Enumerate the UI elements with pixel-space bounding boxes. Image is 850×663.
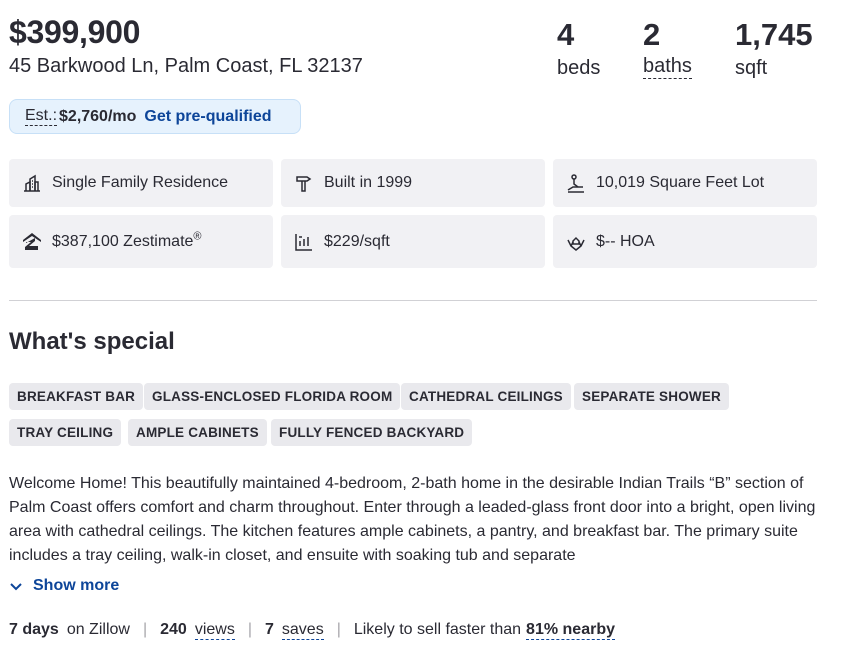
fact-price-per-sqft-text: $229/sqft: [324, 232, 390, 250]
feature-tag: GLASS-ENCLOSED FLORIDA ROOM: [144, 383, 401, 410]
beds-label: beds: [557, 57, 601, 79]
hands-house-icon: [566, 232, 586, 252]
baths-count: 2: [643, 17, 661, 52]
fact-home-type: Single Family Residence: [9, 159, 273, 207]
section-divider: [9, 300, 817, 301]
saves-value: 7: [264, 621, 274, 638]
estimate-value: $2,760/mo: [59, 107, 137, 125]
days-on-zillow-value: 7 days: [9, 621, 59, 638]
stat-beds: 4 beds: [557, 18, 600, 82]
whats-special-title: What's special: [9, 328, 175, 355]
feature-tag: AMPLE CABINETS: [128, 419, 267, 446]
feature-tag: CATHEDRAL CEILINGS: [401, 383, 571, 410]
separator: |: [336, 621, 341, 638]
stat-baths: 2 baths: [643, 18, 692, 79]
fact-hoa: $-- HOA: [553, 215, 817, 268]
estimated-payment-box: Est.: $2,760/mo Get pre-qualified: [9, 99, 301, 134]
fact-home-type-text: Single Family Residence: [52, 174, 229, 191]
building-chart-icon: [22, 173, 42, 193]
fact-zestimate-text: $387,100 Zestimate®: [52, 230, 202, 251]
listing-activity: 7 days on Zillow | 240 views | 7 saves |…: [9, 620, 615, 640]
fact-year-built-text: Built in 1999: [324, 174, 413, 191]
feature-tag: SEPARATE SHOWER: [574, 383, 730, 410]
separator: |: [247, 621, 252, 638]
price-per-sqft-icon: [294, 232, 314, 252]
zillow-logo-icon: [22, 232, 42, 252]
sell-faster-text: Likely to sell faster than: [353, 621, 522, 638]
stat-sqft: 1,745 sqft: [735, 18, 813, 82]
listing-description: Welcome Home! This beautifully maintaine…: [9, 475, 816, 564]
get-prequalified-link[interactable]: Get pre-qualified: [144, 108, 271, 126]
hammer-icon: [294, 173, 314, 193]
listing-address: 45 Barkwood Ln, Palm Coast, FL 32137: [9, 55, 363, 77]
feature-tag: TRAY CEILING: [9, 419, 122, 446]
show-more-label: Show more: [33, 577, 120, 594]
fact-zestimate[interactable]: $387,100 Zestimate®: [9, 215, 273, 268]
saves-label[interactable]: saves: [281, 620, 324, 640]
views-label[interactable]: views: [194, 620, 235, 640]
sqft-label: sqft: [735, 57, 768, 79]
separator: |: [142, 621, 148, 638]
views-value: 240: [160, 621, 187, 638]
sell-faster-value[interactable]: 81% nearby: [526, 620, 615, 640]
beds-count: 4: [557, 17, 575, 52]
baths-label[interactable]: baths: [643, 54, 692, 79]
show-more-button[interactable]: Show more: [9, 577, 119, 595]
feature-tag: BREAKFAST BAR: [9, 383, 144, 410]
estimate-label[interactable]: Est.:: [25, 107, 58, 126]
zestimate-value: $387,100 Zestimate: [52, 232, 194, 250]
fact-year-built: Built in 1999: [281, 159, 545, 207]
days-on-zillow-label: on Zillow: [66, 621, 130, 638]
registered-mark: ®: [193, 230, 202, 243]
lot-measure-icon: [566, 173, 586, 193]
listing-price: $399,900: [9, 14, 141, 50]
fact-price-per-sqft: $229/sqft: [281, 215, 545, 268]
fact-lot-size-text: 10,019 Square Feet Lot: [596, 174, 765, 191]
fact-lot-size: 10,019 Square Feet Lot: [553, 159, 817, 207]
chevron-down-icon: [9, 579, 33, 593]
feature-tag: FULLY FENCED BACKYARD: [271, 419, 473, 446]
fact-hoa-text: $-- HOA: [596, 232, 655, 250]
sqft-count: 1,745: [735, 17, 813, 52]
